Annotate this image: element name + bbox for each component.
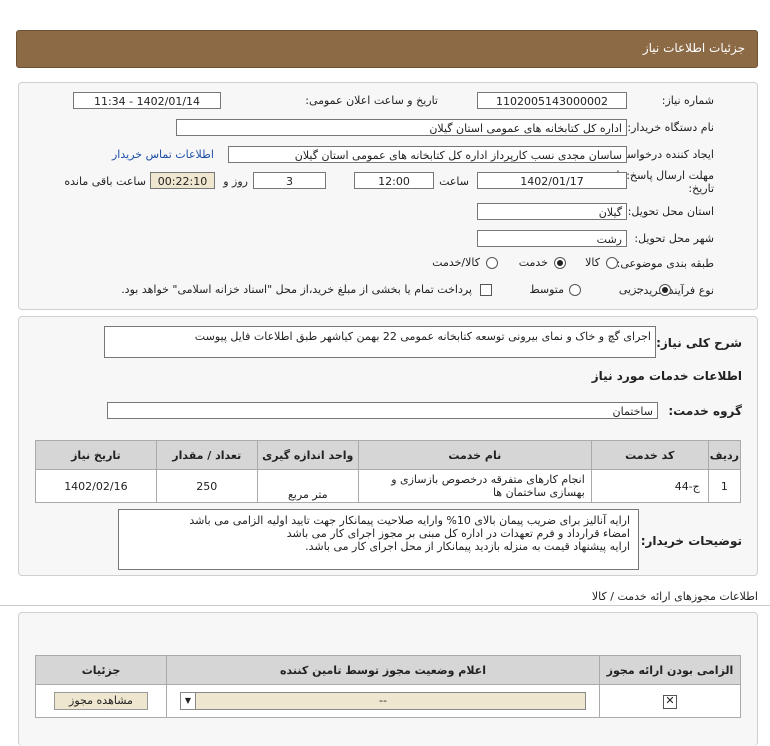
days-label: روز و — [223, 175, 248, 188]
col-qty: تعداد / مقدار — [155, 440, 258, 470]
treasury-payment-text: پرداخت تمام یا بخشی از مبلغ خرید،از محل … — [121, 283, 472, 296]
services-table: ردیف کد خدمت نام خدمت واحد اندازه گیری ت… — [35, 440, 742, 503]
permits-table: الزامی بودن ارائه مجوز اعلام وضعیت مجوز … — [35, 655, 741, 718]
buyer-note-line: امضاء قرارداد و فرم تعهدات در اداره کل م… — [286, 527, 630, 540]
chevron-down-icon[interactable]: ▼ — [181, 693, 196, 709]
col-permit-details: جزئیات — [35, 655, 167, 685]
services-section-title: اطلاعات خدمات مورد نیاز — [591, 369, 742, 383]
province-field: گیلان — [477, 203, 627, 220]
city-field: رشت — [477, 230, 627, 247]
need-info-panel — [18, 82, 758, 310]
time-label: ساعت — [439, 175, 469, 188]
city-label: شهر محل تحویل: — [634, 232, 714, 245]
category-label: طبقه بندی موضوعی: — [616, 257, 714, 270]
purchase-radio-minor[interactable] — [659, 284, 671, 296]
cell-code: ج-44 — [590, 469, 709, 503]
buyer-label: نام دستگاه خریدار: — [627, 121, 714, 134]
deadline-label-1: مهلت ارسال پاسخ: تا — [616, 169, 714, 182]
col-name: نام خدمت — [357, 440, 592, 470]
cell-qty: 250 — [155, 469, 258, 503]
purchase-option-minor: جزیی — [618, 283, 644, 296]
category-option-goods: کالا — [585, 256, 600, 269]
cell-name: انجام کارهای متفرقه درخصوص بازسازی و بهس… — [357, 469, 592, 503]
announce-field: 1402/01/14 - 11:34 — [73, 92, 221, 109]
treasury-payment-checkbox[interactable] — [480, 284, 492, 296]
deadline-time-field: 12:00 — [354, 172, 434, 189]
permit-required-checkbox-icon[interactable]: ✕ — [663, 694, 677, 709]
category-radio-service[interactable] — [554, 257, 566, 269]
need-number-field: 1102005143000002 — [477, 92, 627, 109]
creator-label: ایجاد کننده درخواست: — [612, 148, 714, 161]
buyer-note-line: ارایه پیشنهاد قیمت به منزله بازدید پیمان… — [305, 540, 630, 553]
col-permit-required: الزامی بودن ارائه مجوز — [599, 655, 741, 685]
deadline-label-2: تاریخ: — [688, 182, 714, 195]
announce-label: تاریخ و ساعت اعلان عمومی: — [305, 94, 438, 107]
province-label: استان محل تحویل: — [627, 205, 714, 218]
col-code: کد خدمت — [590, 440, 709, 470]
table-row: ✕ -- ▼ مشاهده مجوز — [35, 684, 741, 718]
table-row: 1 ج-44 انجام کارهای متفرقه درخصوص بازساز… — [35, 469, 742, 503]
cell-date: 1402/02/16 — [35, 469, 157, 503]
col-row: ردیف — [707, 440, 742, 470]
purchase-radio-medium[interactable] — [569, 284, 581, 296]
cell-row: 1 — [707, 469, 742, 503]
deadline-date-field: 1402/01/17 — [477, 172, 627, 189]
service-group-label: گروه خدمت: — [668, 404, 742, 418]
category-radio-both[interactable] — [486, 257, 498, 269]
contact-buyer-link[interactable]: اطلاعات تماس خریدار — [112, 148, 214, 161]
permit-status-select[interactable]: -- ▼ — [180, 692, 586, 710]
category-radio-goods[interactable] — [606, 257, 618, 269]
purchase-option-medium: متوسط — [529, 283, 564, 296]
permits-section-title: اطلاعات مجوزهای ارائه خدمت / کالا — [591, 590, 758, 603]
category-option-both: کالا/خدمت — [432, 256, 480, 269]
permits-divider — [0, 605, 770, 606]
permit-status-value: -- — [379, 694, 387, 707]
page-header: جزئیات اطلاعات نیاز — [16, 30, 758, 68]
page-title: جزئیات اطلاعات نیاز — [642, 41, 745, 55]
view-permit-button[interactable]: مشاهده مجوز — [54, 692, 148, 710]
remaining-time-field: 00:22:10 — [150, 172, 215, 189]
col-permit-status: اعلام وضعیت مجوز توسط تامین کننده — [166, 655, 600, 685]
category-option-service: خدمت — [518, 256, 548, 269]
summary-field: اجرای گچ و خاک و نمای بیرونی توسعه کتابخ… — [104, 326, 656, 358]
creator-field: ساسان مجدی نسب کارپرداز اداره کل کتابخان… — [228, 146, 627, 163]
services-table-header: ردیف کد خدمت نام خدمت واحد اندازه گیری ت… — [35, 440, 742, 470]
permits-table-header: الزامی بودن ارائه مجوز اعلام وضعیت مجوز … — [35, 655, 741, 685]
col-date: تاریخ نیاز — [35, 440, 157, 470]
buyer-notes-label: توضیحات خریدار: — [640, 534, 742, 548]
remaining-label: ساعت باقی مانده — [64, 175, 146, 188]
service-group-field: ساختمان — [107, 402, 658, 419]
buyer-note-line: ارایه آنالیز برای ضریب پیمان بالای 10% و… — [189, 514, 630, 527]
buyer-field: اداره کل کتابخانه های عمومی استان گیلان — [176, 119, 627, 136]
purchase-label: نوع فرآیند خرید : — [636, 284, 714, 297]
need-number-label: شماره نیاز: — [661, 94, 714, 107]
buyer-notes-box: ارایه آنالیز برای ضریب پیمان بالای 10% و… — [118, 509, 639, 570]
cell-unit: متر مربع — [256, 469, 359, 503]
days-field: 3 — [253, 172, 326, 189]
col-unit: واحد اندازه گیری — [256, 440, 359, 470]
summary-label: شرح کلی نیاز: — [656, 336, 742, 350]
